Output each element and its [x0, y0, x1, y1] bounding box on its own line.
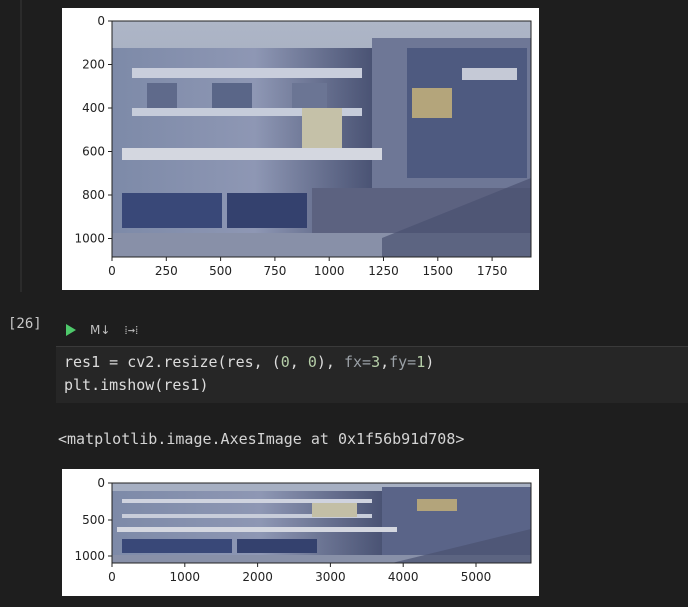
y-tick-label: 0: [97, 476, 105, 490]
y-tick-label: 1000: [74, 232, 105, 246]
output-figure-1: 0 200 400 600 800 1000 0 250 500 750 100…: [62, 8, 539, 290]
code-line-2: plt.imshow(res1): [64, 376, 209, 394]
building-image-1: [112, 21, 531, 257]
y-tick-label: 600: [82, 145, 105, 159]
x-tick-label: 5000: [461, 570, 492, 584]
markdown-toggle-button[interactable]: M↓: [90, 323, 110, 337]
execution-count: [26]: [8, 316, 42, 332]
x-tick-label: 3000: [315, 570, 346, 584]
y-tick-label: 0: [97, 14, 105, 28]
x-axis-1: 0 250 500 750 1000 1250 1500 1750: [108, 257, 507, 278]
code-line-1: res1 = cv2.resize(res, (0, 0), fx=3,fy=1…: [64, 353, 435, 371]
y-tick-label: 200: [82, 58, 105, 72]
y-tick-label: 1000: [74, 549, 105, 563]
output-figure-2: 0 500 1000 0 1000 2000 3000 4000 5000: [62, 469, 539, 596]
cell-toolbar: M↓ ⁞→⁞: [62, 318, 138, 342]
x-tick-label: 1250: [368, 264, 399, 278]
x-tick-label: 2000: [242, 570, 273, 584]
x-tick-label: 0: [108, 264, 116, 278]
image-plot-2: 0 500 1000 0 1000 2000 3000 4000 5000: [74, 476, 532, 584]
y-tick-label: 400: [82, 101, 105, 115]
split-cell-icon[interactable]: ⁞→⁞: [124, 323, 138, 338]
building-image-2: [112, 483, 531, 563]
run-cell-icon[interactable]: [66, 324, 76, 336]
output-repr-text: <matplotlib.image.AxesImage at 0x1f56b91…: [58, 430, 465, 448]
x-tick-label: 4000: [388, 570, 419, 584]
x-tick-label: 1750: [477, 264, 508, 278]
cell-gutter: [20, 0, 22, 292]
x-tick-label: 1000: [314, 264, 345, 278]
y-axis-2: 0 500 1000: [74, 476, 112, 563]
x-tick-label: 1500: [423, 264, 454, 278]
x-tick-label: 750: [263, 264, 286, 278]
y-axis-1: 0 200 400 600 800 1000: [74, 14, 112, 246]
x-axis-2: 0 1000 2000 3000 4000 5000: [108, 563, 491, 584]
x-tick-label: 250: [155, 264, 178, 278]
code-editor[interactable]: res1 = cv2.resize(res, (0, 0), fx=3,fy=1…: [56, 346, 688, 403]
x-tick-label: 0: [108, 570, 116, 584]
y-tick-label: 500: [82, 513, 105, 527]
x-tick-label: 1000: [170, 570, 201, 584]
x-tick-label: 500: [209, 264, 232, 278]
image-plot-1: 0 200 400 600 800 1000 0 250 500 750 100…: [74, 14, 532, 278]
y-tick-label: 800: [82, 188, 105, 202]
